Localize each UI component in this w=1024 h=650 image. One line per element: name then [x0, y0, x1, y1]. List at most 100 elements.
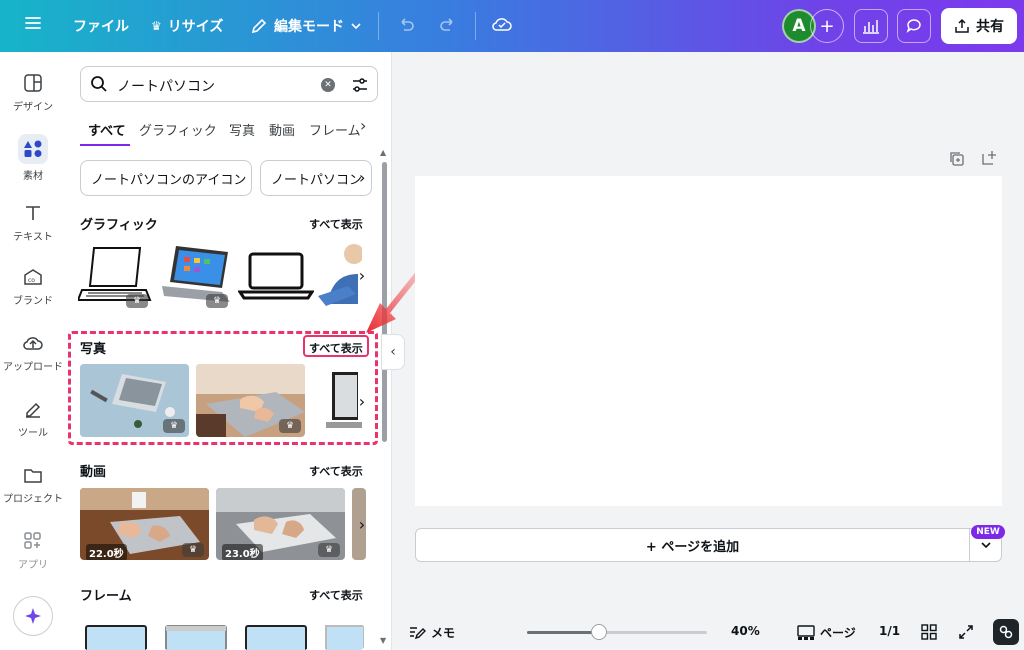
fullscreen-icon[interactable]: [958, 624, 974, 644]
video-typing-coffee[interactable]: 22.0秒 ♛: [80, 488, 209, 560]
bar-chart-icon: [863, 20, 879, 34]
duplicate-page-icon[interactable]: [949, 151, 965, 171]
rail-item-text[interactable]: テキスト: [0, 202, 66, 243]
rail-item-tools[interactable]: ツール: [0, 398, 66, 439]
tools-icon: [26, 402, 41, 418]
design-icon: [24, 74, 42, 92]
pencil-icon: [251, 18, 267, 34]
file-menu[interactable]: ファイル: [73, 16, 129, 36]
next-videos-icon[interactable]: ›: [352, 509, 372, 539]
see-all-videos[interactable]: すべて表示: [309, 463, 363, 479]
cloud-saved-icon[interactable]: [491, 14, 513, 39]
crown-icon: ♛: [206, 294, 228, 308]
page-count: 1/1: [879, 624, 901, 638]
notes-button[interactable]: メモ: [408, 624, 455, 641]
plus-icon: +: [819, 15, 835, 37]
crown-icon: ♛: [126, 294, 148, 308]
chevron-down-icon: [980, 542, 991, 549]
tab-underline: [80, 144, 130, 146]
elements-icon: [18, 134, 48, 164]
clear-search-icon[interactable]: ✕: [321, 78, 335, 92]
search-input[interactable]: ノートパソコン ✕: [80, 66, 378, 102]
upload-icon: [23, 337, 43, 350]
suggestion-chip[interactable]: ノートパソコンのアイコン: [80, 160, 252, 196]
crown-icon: ♛: [182, 543, 204, 557]
chevron-down-icon: [351, 23, 361, 30]
help-icon: [999, 625, 1013, 639]
add-page-icon[interactable]: [981, 150, 997, 170]
grid-view-icon[interactable]: [921, 624, 937, 644]
magic-assistant-button[interactable]: [13, 596, 53, 636]
video-duration: 23.0秒: [222, 544, 263, 560]
add-collaborator-button[interactable]: +: [810, 9, 844, 43]
notes-icon: [410, 626, 426, 639]
rail-item-elements[interactable]: 素材: [0, 134, 66, 182]
zoom-slider-fill: [527, 631, 599, 634]
filter-icon[interactable]: [351, 76, 369, 94]
tab-graphics[interactable]: グラフィック: [139, 120, 217, 139]
top-bar: ファイル ♛ リサイズ 編集モード A + 共有: [0, 0, 1024, 52]
see-all-graphics[interactable]: すべて表示: [309, 216, 363, 232]
frame-laptop-1[interactable]: [84, 624, 148, 650]
video-laptop-office[interactable]: 23.0秒 ♛: [216, 488, 345, 560]
frame-laptop-4[interactable]: [324, 624, 364, 650]
section-title-videos: 動画: [80, 465, 107, 480]
svg-text:co: co: [28, 277, 35, 284]
crown-icon: ♛: [151, 19, 162, 33]
see-all-frames[interactable]: すべて表示: [309, 587, 363, 603]
tab-videos[interactable]: 動画: [269, 120, 295, 139]
video-duration: 22.0秒: [86, 544, 127, 560]
add-page-button[interactable]: + ページを追加: [415, 528, 970, 562]
crown-icon: ♛: [318, 543, 340, 557]
resize-button[interactable]: ♛ リサイズ: [151, 16, 223, 36]
chips-next-icon[interactable]: ›: [359, 168, 365, 187]
side-rail: デザイン 素材 テキスト co ブランド アップロード ツール プロジェクト ア…: [0, 52, 66, 650]
chevron-left-icon: ‹: [390, 344, 396, 360]
edit-mode-dropdown[interactable]: 編集モード: [250, 16, 362, 36]
projects-icon: [24, 469, 42, 483]
scroll-up-icon[interactable]: ▲: [380, 148, 386, 157]
help-button[interactable]: [993, 619, 1019, 645]
section-title-graphics: グラフィック: [80, 218, 158, 233]
rail-item-brand[interactable]: co ブランド: [0, 266, 66, 307]
zoom-level[interactable]: 40%: [731, 624, 760, 638]
search-value: ノートパソコン: [117, 79, 215, 95]
zoom-slider[interactable]: [527, 624, 707, 640]
apps-icon: [24, 532, 41, 549]
graphic-laptop-outline[interactable]: ♛: [78, 240, 154, 310]
divider: [378, 12, 379, 40]
sparkle-icon: [25, 608, 41, 624]
canvas-page[interactable]: [415, 176, 1002, 506]
menu-icon[interactable]: [24, 14, 42, 37]
undo-icon[interactable]: [396, 14, 416, 39]
graphic-laptop-line[interactable]: [238, 240, 314, 310]
divider: [475, 12, 476, 40]
frame-laptop-3[interactable]: [244, 624, 308, 650]
text-icon: [26, 206, 40, 220]
zoom-slider-handle[interactable]: [591, 624, 607, 640]
brand-icon: co: [24, 269, 42, 285]
graphic-laptop-color[interactable]: ♛: [158, 240, 234, 310]
insights-button[interactable]: [854, 9, 888, 43]
frame-laptop-2[interactable]: [164, 624, 228, 650]
pages-button[interactable]: ページ: [797, 624, 856, 641]
section-title-frames: フレーム: [80, 589, 132, 604]
tabs-next-icon[interactable]: ›: [360, 116, 366, 135]
tab-all[interactable]: すべて: [88, 120, 126, 139]
comments-button[interactable]: [897, 9, 931, 43]
rail-item-projects[interactable]: プロジェクト: [0, 464, 66, 505]
tab-photos[interactable]: 写真: [229, 120, 255, 139]
rail-item-apps[interactable]: アプリ: [0, 530, 66, 571]
upload-share-icon: [955, 18, 969, 33]
suggestion-chip[interactable]: ノートパソコン: [260, 160, 372, 196]
share-button[interactable]: 共有: [941, 8, 1017, 44]
scroll-down-icon[interactable]: ▼: [380, 636, 386, 645]
collapse-panel-button[interactable]: ‹: [381, 334, 405, 370]
redo-icon[interactable]: [438, 14, 458, 39]
new-badge: NEW: [971, 525, 1005, 539]
tab-frames[interactable]: フレーム: [309, 120, 361, 139]
pages-icon: [797, 624, 815, 640]
comment-icon: [906, 19, 921, 33]
rail-item-uploads[interactable]: アップロード: [0, 332, 66, 373]
rail-item-design[interactable]: デザイン: [0, 72, 66, 113]
